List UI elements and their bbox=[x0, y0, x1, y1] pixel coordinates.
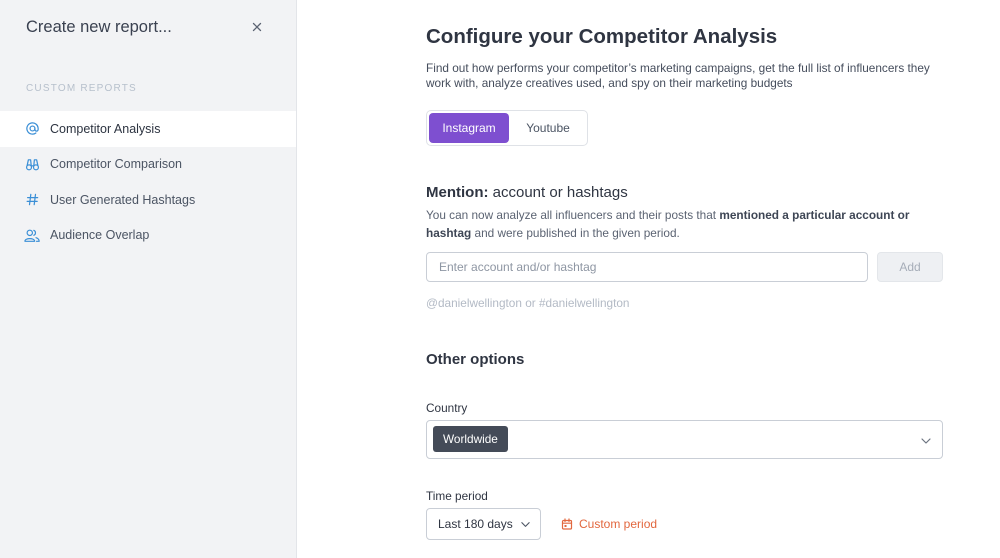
calendar-icon bbox=[561, 518, 573, 530]
account-hashtag-input[interactable] bbox=[426, 252, 868, 282]
example-hint: @danielwellington or #danielwellington bbox=[426, 296, 630, 310]
mention-section-title: Mention: account or hashtags bbox=[426, 184, 628, 201]
chevron-down-icon bbox=[520, 519, 531, 530]
section-label-custom-reports: CUSTOM REPORTS bbox=[26, 83, 137, 94]
sidebar: Create new report... CUSTOM REPORTS Comp… bbox=[0, 0, 297, 558]
mention-title-bold: Mention: bbox=[426, 184, 489, 201]
page-description: Find out how performs your competitor’s … bbox=[426, 61, 930, 90]
sidebar-item-competitor-comparison[interactable]: Competitor Comparison bbox=[0, 147, 296, 183]
sidebar-item-label: User Generated Hashtags bbox=[50, 192, 196, 207]
chevron-down-icon bbox=[920, 434, 932, 446]
sidebar-item-label: Audience Overlap bbox=[50, 228, 150, 243]
add-button[interactable]: Add bbox=[877, 252, 943, 282]
sidebar-item-label: Competitor Comparison bbox=[50, 157, 182, 172]
platform-tabs: Instagram Youtube bbox=[426, 110, 588, 146]
other-options-title: Other options bbox=[426, 351, 525, 368]
country-chip[interactable]: Worldwide bbox=[433, 426, 508, 452]
tab-youtube[interactable]: Youtube bbox=[511, 113, 585, 143]
time-period-value: Last 180 days bbox=[438, 517, 513, 531]
mention-desc-start: You can now analyze all influencers and … bbox=[426, 208, 720, 222]
sidebar-title: Create new report... bbox=[26, 18, 172, 36]
time-period-label: Time period bbox=[426, 489, 488, 503]
page-title: Configure your Competitor Analysis bbox=[426, 25, 778, 48]
country-label: Country bbox=[426, 401, 468, 415]
sidebar-item-label: Competitor Analysis bbox=[50, 121, 161, 136]
country-select[interactable]: Worldwide bbox=[426, 420, 943, 459]
sidebar-item-user-generated-hashtags[interactable]: User Generated Hashtags bbox=[0, 182, 296, 218]
mention-title-rest: account or hashtags bbox=[488, 184, 628, 201]
binoculars-icon bbox=[24, 156, 40, 172]
time-period-select[interactable]: Last 180 days bbox=[426, 508, 541, 540]
at-icon bbox=[24, 121, 40, 137]
users-icon bbox=[24, 227, 40, 243]
sidebar-nav: Competitor Analysis Competitor Compariso… bbox=[0, 111, 296, 253]
close-icon[interactable] bbox=[249, 19, 265, 35]
mention-description: You can now analyze all influencers and … bbox=[426, 207, 926, 242]
custom-period-label: Custom period bbox=[579, 517, 658, 531]
hashtag-icon bbox=[24, 192, 40, 208]
mention-desc-end: and were published in the given period. bbox=[471, 225, 680, 240]
tab-instagram[interactable]: Instagram bbox=[429, 113, 509, 143]
sidebar-item-competitor-analysis[interactable]: Competitor Analysis bbox=[0, 111, 296, 147]
sidebar-item-audience-overlap[interactable]: Audience Overlap bbox=[0, 218, 296, 254]
custom-period-button[interactable]: Custom period bbox=[561, 517, 657, 531]
